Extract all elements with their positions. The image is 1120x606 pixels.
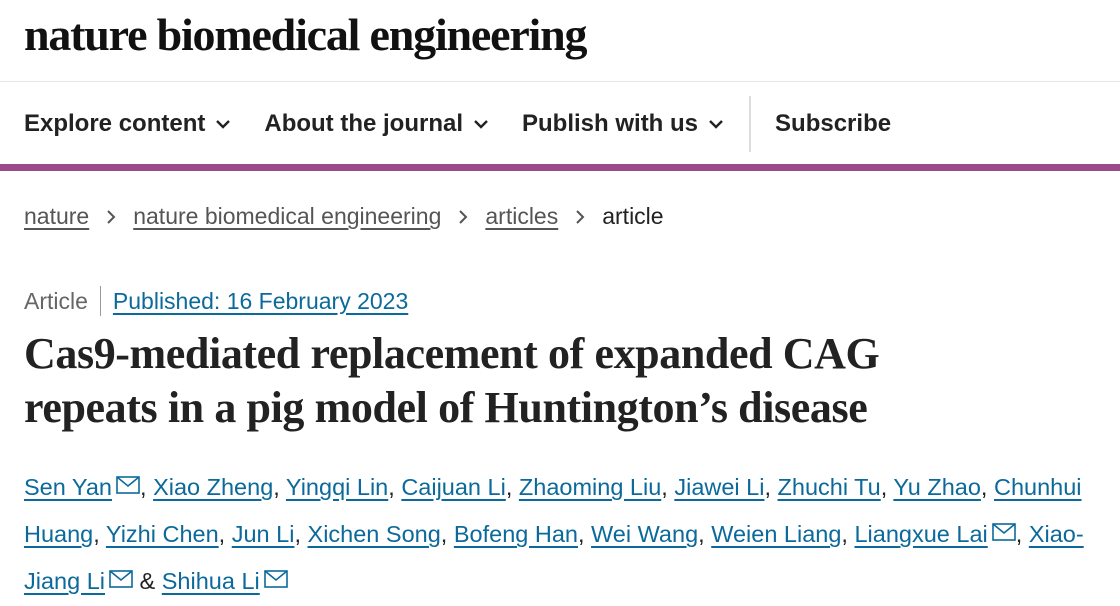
authors-ampersand: &	[139, 568, 156, 594]
mail-icon[interactable]	[109, 570, 133, 588]
nav-subscribe-label: Subscribe	[775, 110, 892, 137]
chevron-right-icon	[576, 209, 585, 224]
author-link[interactable]: Zhuchi Tu	[778, 474, 881, 500]
article-title-line-1: Cas9-mediated replacement of expanded CA…	[24, 329, 880, 378]
main-nav: Explore content About the journal Publis…	[24, 94, 924, 154]
author-link[interactable]: Wei Wang	[591, 521, 698, 547]
author-link[interactable]: Liangxue Lai	[854, 521, 987, 547]
meta-divider	[99, 286, 101, 316]
article-title-line-2: repeats in a pig model of Huntington’s d…	[24, 383, 868, 432]
author-link[interactable]: Jiawei Li	[674, 474, 764, 500]
nav-about-journal[interactable]: About the journal	[264, 110, 489, 138]
author-link[interactable]: Xichen Song	[308, 521, 441, 547]
nav-explore-content[interactable]: Explore content	[24, 110, 231, 138]
breadcrumb-current: article	[602, 203, 664, 229]
breadcrumb-journal[interactable]: nature biomedical engineering	[133, 203, 441, 230]
chevron-down-icon	[474, 120, 488, 129]
chevron-right-icon	[459, 209, 468, 224]
mail-icon[interactable]	[991, 523, 1016, 541]
nav-divider	[749, 96, 752, 152]
nav-publish-with-us-label: Publish with us	[522, 110, 699, 137]
author-link[interactable]: Jun Li	[232, 521, 295, 547]
chevron-down-icon	[709, 120, 723, 129]
breadcrumb: nature nature biomedical engineering art…	[24, 203, 664, 230]
author-link[interactable]: Caijuan Li	[401, 474, 506, 500]
header-divider	[0, 81, 1120, 82]
accent-bar	[0, 164, 1120, 171]
nav-explore-content-label: Explore content	[24, 110, 206, 137]
author-link[interactable]: Xiao Zheng	[153, 474, 273, 500]
author-link[interactable]: Yu Zhao	[893, 474, 981, 500]
mail-icon[interactable]	[263, 570, 288, 588]
chevron-down-icon	[216, 120, 231, 129]
journal-logo[interactable]: nature biomedical engineering	[24, 8, 588, 61]
author-link[interactable]: Yingqi Lin	[286, 474, 388, 500]
published-date-link[interactable]: Published: 16 February 2023	[113, 288, 408, 315]
mail-icon[interactable]	[116, 476, 140, 494]
author-link[interactable]: Yizhi Chen	[106, 521, 219, 547]
article-meta: Article Published: 16 February 2023	[24, 286, 408, 316]
article-title: Cas9-mediated replacement of expanded CA…	[24, 327, 1084, 435]
nav-subscribe[interactable]: Subscribe	[775, 110, 891, 138]
chevron-right-icon	[107, 209, 116, 224]
breadcrumb-articles[interactable]: articles	[485, 203, 558, 230]
author-link[interactable]: Weien Liang	[711, 521, 841, 547]
article-type: Article	[24, 287, 88, 314]
author-link[interactable]: Sen Yan	[24, 474, 112, 500]
nav-about-journal-label: About the journal	[264, 110, 464, 137]
author-link[interactable]: Shihua Li	[162, 568, 260, 594]
breadcrumb-nature[interactable]: nature	[24, 203, 89, 230]
author-link[interactable]: Bofeng Han	[454, 521, 578, 547]
nav-publish-with-us[interactable]: Publish with us	[522, 110, 724, 138]
author-list: Sen Yan, Xiao Zheng, Yingqi Lin, Caijuan…	[24, 474, 1084, 594]
author-link[interactable]: Zhaoming Liu	[519, 474, 661, 500]
